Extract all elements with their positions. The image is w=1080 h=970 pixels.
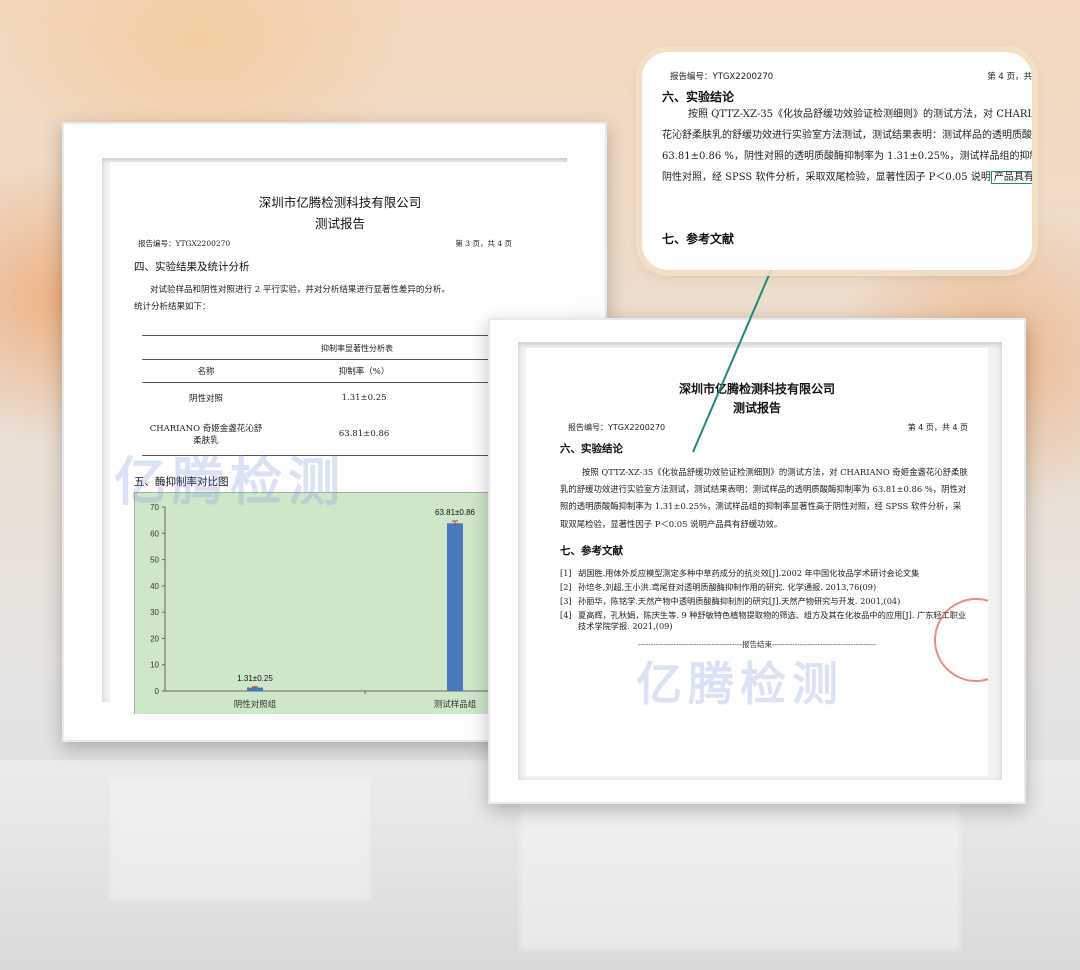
highlight-box: 产品具有舒缓功效: [990, 171, 1032, 184]
section-heading: 七、参考文献: [662, 232, 735, 246]
report-number: 报告编号：YTGX2200270: [670, 72, 774, 82]
zoom-callout: 报告编号：YTGX2200270 第 4 页，共 六、实验结论 按照 QTTZ-…: [642, 52, 1032, 270]
zoom-conclusion: 按照 QTTZ-XZ-35《化妆品舒缓功效验证检测细则》的测试方法，对 CHAR…: [662, 104, 1032, 188]
page-number: 第 4 页，共: [987, 72, 1032, 82]
conclusion-text: 按照 QTTZ-XZ-35《化妆品舒缓功效验证检测细则》的测试方法，对 CHAR…: [662, 109, 1032, 183]
arrow-line: [692, 244, 784, 453]
zoom-meta: 报告编号：YTGX2200270 第 4 页，共: [670, 70, 1032, 82]
section-heading: 六、实验结论: [662, 90, 735, 104]
